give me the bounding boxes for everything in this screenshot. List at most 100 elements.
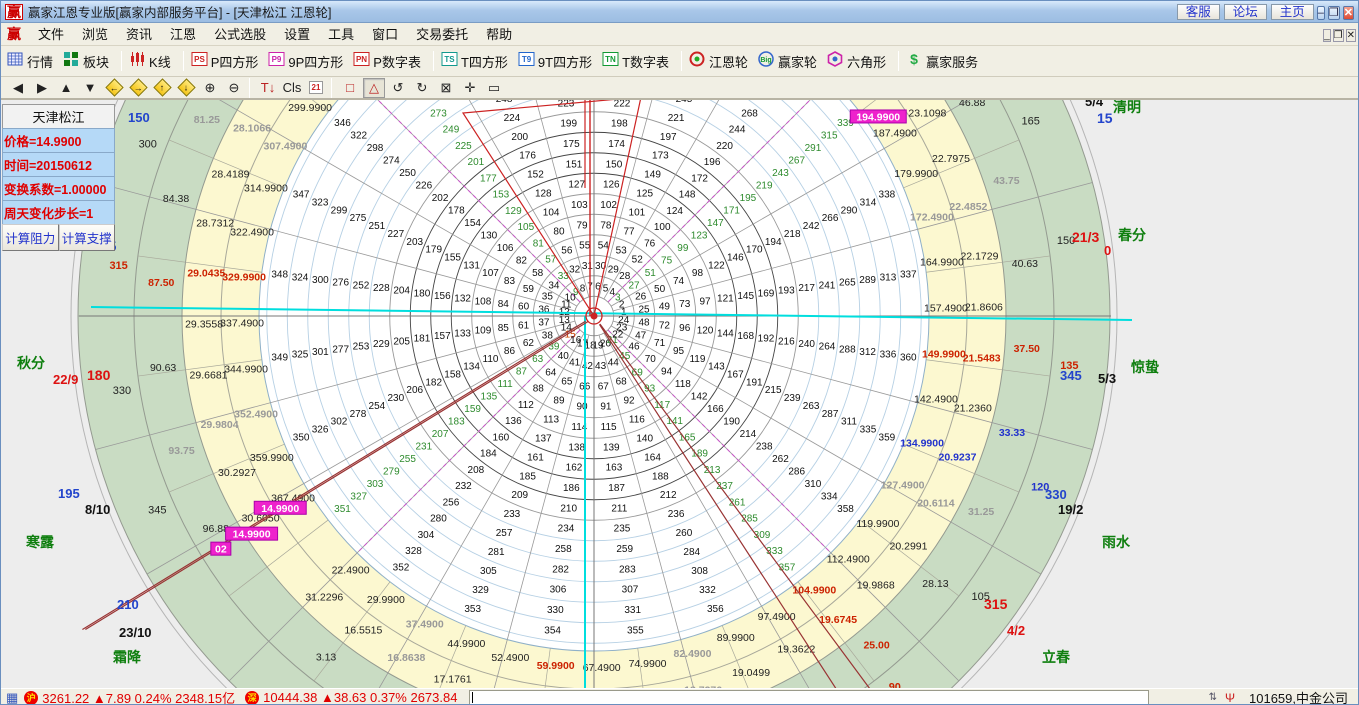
menu-8[interactable]: 交易委托 [407,25,477,44]
toolbar-六角形[interactable]: 六角形 [827,51,886,72]
child-minimize-button[interactable]: _ [1323,29,1331,42]
toolbar-行情[interactable]: 行情 [7,51,53,72]
svg-text:127.4900: 127.4900 [881,479,925,491]
zoom-in-button[interactable]: ⊕ [199,78,221,98]
fit-button[interactable]: ✛ [459,78,481,98]
menu-1[interactable]: 浏览 [73,25,117,44]
shift-right-button[interactable]: → [127,78,149,98]
menu-2[interactable]: 资讯 [117,25,161,44]
select-box-button[interactable]: ⊠ [435,78,457,98]
svg-text:205: 205 [393,336,410,347]
svg-text:14.9900: 14.9900 [233,529,271,541]
outer-label-立春: 立春 [1042,649,1071,665]
rotate-cw-button[interactable]: ↻ [411,78,433,98]
page-up-button[interactable]: ▲ [55,78,77,98]
restore-button[interactable]: ❐ [1328,6,1340,20]
svg-text:279: 279 [383,467,400,478]
t-down-button[interactable]: T↓ [257,78,279,98]
calc-support-button[interactable]: 计算支撑 [59,224,116,251]
scroll-left-button[interactable]: ◀ [7,78,29,98]
svg-text:20.6114: 20.6114 [917,498,955,510]
menu-3[interactable]: 江恩 [161,25,205,44]
svg-text:314: 314 [860,198,877,209]
cls-button[interactable]: Cls [281,78,303,98]
sort-icon[interactable]: ⇅ [1209,692,1217,703]
menu-4[interactable]: 公式选股 [205,25,275,44]
menu-0[interactable]: 文件 [29,25,73,44]
screen-button[interactable]: ▭ [483,78,505,98]
quote-grid-icon [7,51,24,72]
svg-text:169: 169 [758,288,775,299]
title-button-0[interactable]: 客服 [1177,4,1220,20]
calendar-button[interactable]: 21 [305,78,327,98]
quote-grid-icon[interactable]: ▦ [6,690,18,705]
toolbar-P数字表[interactable]: PNP数字表 [353,51,421,72]
side-panel: 天津松江 价格=14.9900时间=20150612变换系数=1.00000周天… [2,104,115,251]
shift-up-button[interactable]: ↑ [151,78,173,98]
square-tool-button[interactable]: □ [339,78,361,98]
calc-resistance-button[interactable]: 计算阻力 [2,224,59,251]
svg-text:185: 185 [519,471,536,482]
menu-logo-icon: 赢 [7,24,21,44]
toolbar-板块[interactable]: 板块 [63,51,109,72]
svg-text:147: 147 [707,218,724,229]
svg-text:28.4189: 28.4189 [212,169,250,181]
menu-9[interactable]: 帮助 [477,25,521,44]
svg-text:116: 116 [629,414,645,425]
child-close-button[interactable]: ✕ [1346,29,1356,42]
toolbar-赢家服务[interactable]: $赢家服务 [906,51,978,72]
rotate-ccw-button[interactable]: ↺ [387,78,409,98]
svg-text:36: 36 [538,304,550,315]
svg-text:68: 68 [616,377,628,388]
shift-down-button[interactable]: ↓ [175,78,197,98]
toolbar-9T四方形[interactable]: T99T四方形 [518,51,592,72]
svg-text:43.75: 43.75 [993,175,1019,187]
toolbar-赢家轮[interactable]: Big赢家轮 [758,51,817,72]
svg-text:282: 282 [552,564,569,575]
svg-text:245: 245 [676,100,693,105]
zoom-out-button[interactable]: ⊖ [223,78,245,98]
title-button-1[interactable]: 论坛 [1224,4,1267,20]
svg-text:64: 64 [545,367,557,378]
svg-text:335: 335 [860,424,877,435]
svg-text:331: 331 [624,605,641,616]
svg-text:5: 5 [603,283,609,294]
toolbar-label: 9P四方形 [288,52,343,71]
svg-text:313: 313 [880,272,897,283]
toolbar-K线[interactable]: K线 [129,51,171,72]
shenzhen-index-quote[interactable]: 10444.38 ▲38.63 0.37% 2673.84 [263,690,457,705]
toolbar-P四方形[interactable]: PSP四方形 [191,51,259,72]
svg-text:31: 31 [582,261,594,272]
toolbar-9P四方形[interactable]: P99P四方形 [268,51,343,72]
svg-text:300: 300 [312,275,329,286]
svg-text:42: 42 [582,361,594,372]
svg-text:244: 244 [729,125,746,136]
svg-text:84.38: 84.38 [163,193,189,205]
child-restore-button[interactable]: ❐ [1333,29,1344,42]
title-button-2[interactable]: 主页 [1271,4,1314,20]
triangle-tool-button[interactable]: △ [363,78,385,98]
toolbar-T数字表[interactable]: TNT数字表 [602,51,669,72]
close-button[interactable]: ✕ [1343,6,1354,20]
gann-wheel-chart[interactable]: 1234567891011121314151617181920212223242… [1,100,1359,688]
shift-left-button[interactable]: ← [103,78,125,98]
shanghai-index-quote[interactable]: 3261.22 ▲7.89 0.24% 2348.15亿 [42,688,235,705]
svg-text:28.13: 28.13 [922,578,948,590]
svg-text:76: 76 [644,238,656,249]
svg-text:79: 79 [576,220,588,231]
svg-text:55: 55 [579,241,591,252]
menu-7[interactable]: 窗口 [363,25,407,44]
svg-text:157: 157 [434,331,451,342]
svg-text:160: 160 [493,432,510,443]
svg-text:74.9900: 74.9900 [629,658,667,670]
menu-5[interactable]: 设置 [275,25,319,44]
scroll-right-button[interactable]: ▶ [31,78,53,98]
code-input[interactable] [469,690,1149,705]
toolbar-T四方形[interactable]: TST四方形 [441,51,508,72]
menu-6[interactable]: 工具 [319,25,363,44]
svg-text:216: 216 [778,336,795,347]
svg-text:288: 288 [839,344,856,355]
page-down-button[interactable]: ▼ [79,78,101,98]
toolbar-江恩轮[interactable]: 江恩轮 [689,51,748,72]
minimize-button[interactable]: – [1317,6,1325,20]
